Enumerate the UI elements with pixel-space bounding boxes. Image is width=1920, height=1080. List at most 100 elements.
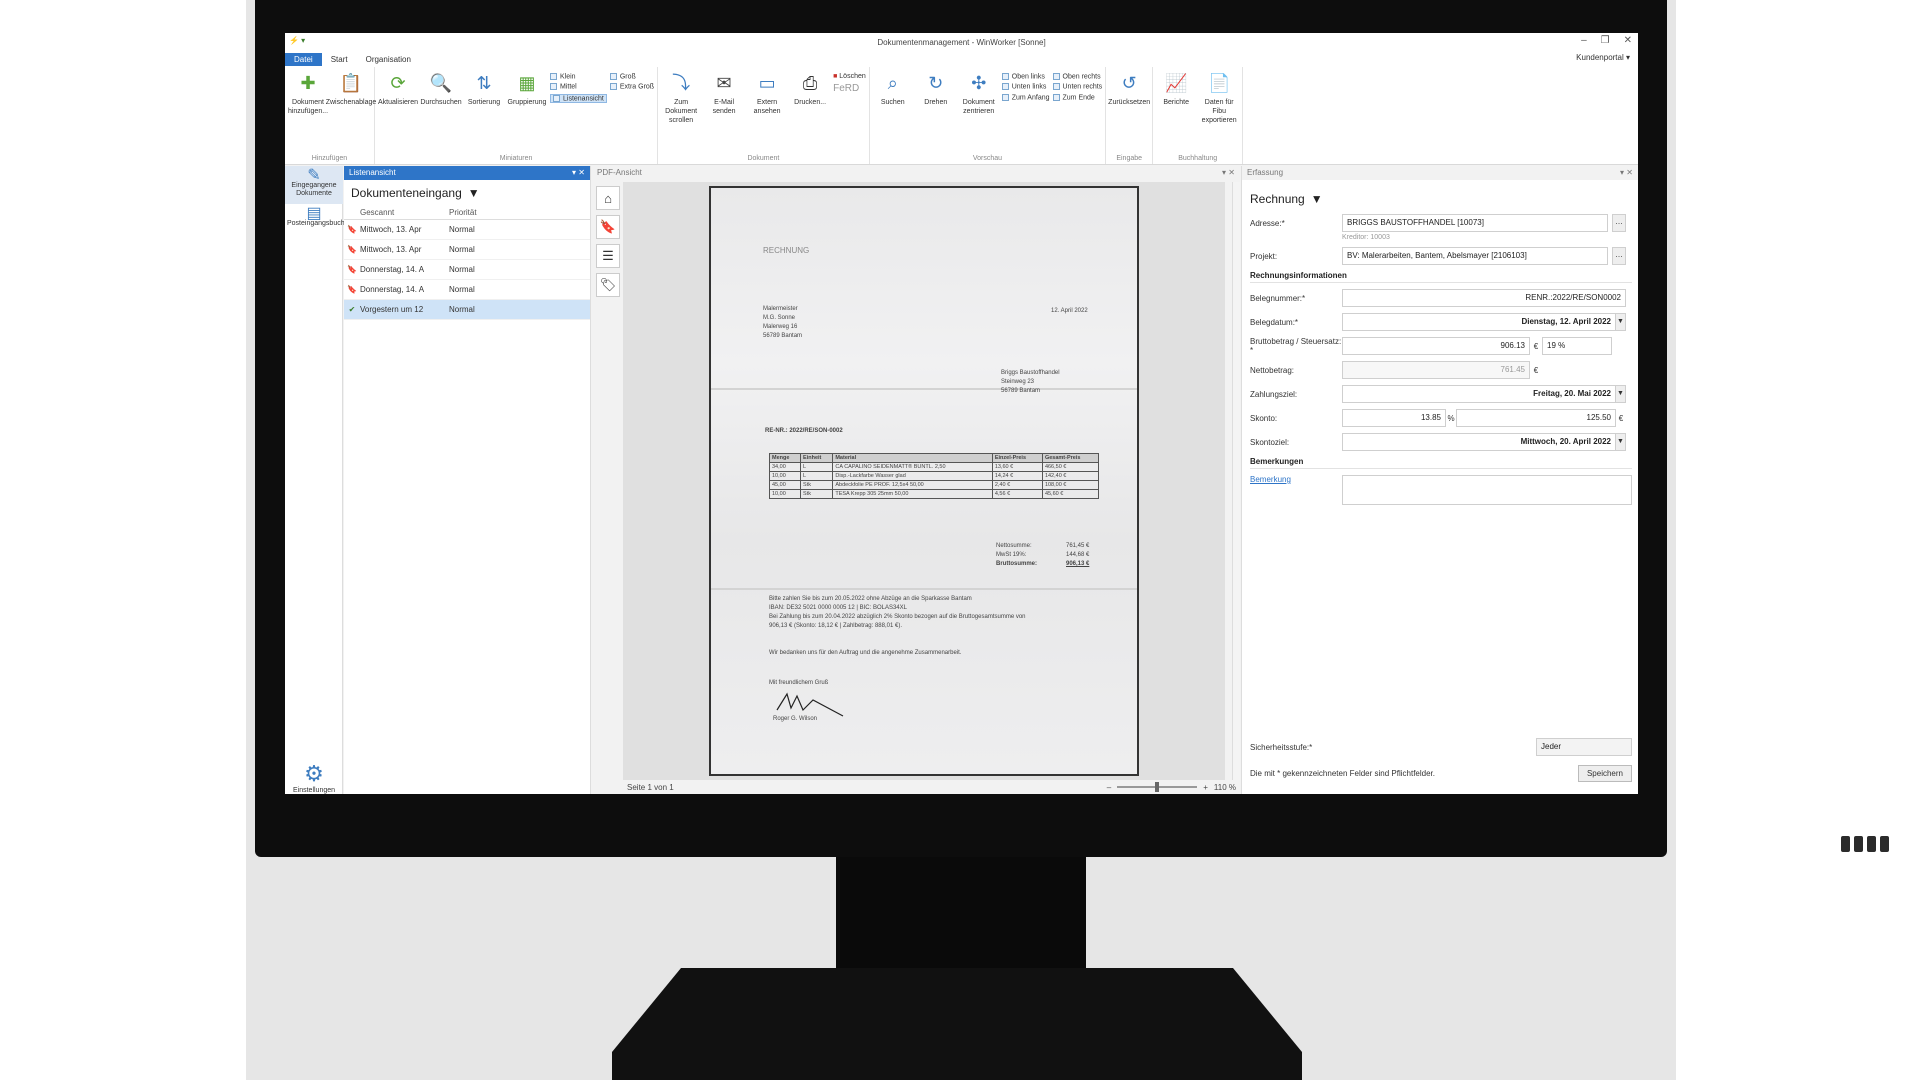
comment-icon[interactable]: ☰ [596, 244, 620, 268]
kundenportal-link[interactable]: Kundenportal ▾ [1576, 53, 1630, 62]
menu-datei[interactable]: Datei [285, 52, 322, 66]
search-icon: ⌕ [887, 72, 898, 93]
top-right-button[interactable]: Oben rechts [1052, 73, 1103, 80]
column-priority[interactable]: Priorität [445, 208, 505, 217]
currency-label: € [1533, 341, 1539, 351]
external-icon: ▭ [758, 72, 776, 93]
pin-icon[interactable]: ▾ ✕ [1222, 168, 1235, 178]
tag-icon[interactable]: 🏷 [596, 273, 620, 297]
remark-link[interactable]: Bemerkung [1250, 475, 1342, 484]
menu-start[interactable]: Start [322, 53, 357, 66]
column-scanned[interactable]: Gescannt [360, 208, 445, 217]
doc-thanks: Wir bedanken uns für den Auftrag und die… [769, 650, 962, 656]
doc-invoice-number: RE-NR.: 2022/RE/SON-0002 [765, 428, 843, 434]
reports-button[interactable]: 📈 Berichte [1156, 71, 1196, 150]
size-listview[interactable]: Listenansicht [550, 93, 607, 104]
size-medium[interactable]: Mittel [550, 83, 607, 91]
monitor-buttons [1841, 836, 1901, 852]
chevron-down-icon: ▼ [467, 186, 480, 200]
size-small[interactable]: Klein [550, 73, 607, 80]
beleg-date-field[interactable]: Dienstag, 12. April 2022 [1342, 313, 1616, 331]
pin-icon[interactable]: ▾ ✕ [1620, 168, 1633, 178]
group-button[interactable]: ▦ Gruppierung [507, 71, 547, 150]
payment-term-field[interactable]: Freitag, 20. Mai 2022 [1342, 385, 1616, 403]
zoom-in-icon[interactable]: + [1203, 783, 1208, 792]
window-controls: – ❐ ✕ [1581, 35, 1632, 46]
pdf-scrollbar[interactable] [1232, 182, 1240, 780]
project-field[interactable]: BV: Malerarbeiten, Bantem, Abelsmayer [2… [1342, 247, 1608, 265]
address-lookup-button[interactable]: … [1612, 214, 1626, 232]
address-field[interactable]: BRIGGS BAUSTOFFHANDEL [10073] [1342, 214, 1608, 232]
quick-access-toolbar[interactable]: ⚡ ▾ [289, 36, 305, 45]
clipboard-button[interactable]: 📋 Zwischenablage [326, 71, 377, 150]
refresh-button[interactable]: ⟳ Aktualisieren [378, 71, 418, 150]
list-item[interactable]: 🔖 Donnerstag, 14. A Normal [344, 260, 590, 280]
discount-amount-field[interactable]: 125.50 [1456, 409, 1616, 427]
maximize-icon[interactable]: ❐ [1601, 35, 1610, 46]
close-icon[interactable]: ✕ [1624, 35, 1632, 46]
delete-button[interactable]: ■ Löschen [833, 73, 866, 80]
document-type-selector[interactable]: Rechnung ▼ [1250, 192, 1632, 206]
size-extra-large[interactable]: Extra Groß [609, 83, 654, 91]
top-left-button[interactable]: Oben links [1001, 73, 1050, 80]
list-item[interactable]: 🔖 Mittwoch, 13. Apr Normal [344, 240, 590, 260]
discount-due-row: Skontoziel: Mittwoch, 20. April 2022 ▼ [1250, 433, 1632, 451]
remark-field[interactable] [1342, 475, 1632, 505]
tax-rate-select[interactable]: 19 % [1542, 337, 1612, 355]
gross-amount-field[interactable]: 906.13 [1342, 337, 1530, 355]
list-item[interactable]: ✔ Vorgestern um 12 Normal [344, 300, 590, 320]
product-photo: ⚡ ▾ Dokumentenmanagement - WinWorker [So… [0, 0, 1920, 1080]
beleg-nr-field[interactable]: RENR.:2022/RE/SON0002 [1342, 289, 1626, 307]
date-picker-icon[interactable]: ▼ [1616, 385, 1626, 403]
browse-button[interactable]: 🔍 Durchsuchen [420, 71, 461, 150]
email-button[interactable]: ✉ E-Mail senden [704, 71, 744, 150]
add-document-button[interactable]: ✚ Dokument hinzufügen... [288, 71, 328, 150]
search-folder-icon: 🔍 [429, 72, 453, 93]
center-button[interactable]: ✣ Dokument zentrieren [959, 71, 999, 150]
nav-incoming-documents[interactable]: ✎ Eingegangene Dokumente [285, 166, 343, 204]
pdf-viewport[interactable]: RECHNUNG Malermeister M.G. Sonne Malerwe… [623, 182, 1225, 780]
nav-posteingangsbuch[interactable]: ▤ Posteingangsbuch [285, 204, 345, 234]
save-button[interactable]: Speichern [1577, 764, 1632, 782]
ferd-button[interactable]: FeRD [833, 83, 866, 94]
bookmark-icon[interactable]: 🔖 [596, 215, 620, 239]
list-view-selector[interactable]: Dokumenteneingang ▼ [344, 180, 590, 206]
print-button[interactable]: ⎙ Drucken... [790, 71, 830, 150]
bottom-left-button[interactable]: Unten links [1001, 83, 1050, 91]
size-large[interactable]: Groß [609, 73, 654, 80]
discount-row: Skonto: 13.85 % 125.50 € [1250, 409, 1632, 427]
minimize-icon[interactable]: – [1581, 35, 1587, 46]
list-item[interactable]: 🔖 Donnerstag, 14. A Normal [344, 280, 590, 300]
list-item[interactable]: 🔖 Mittwoch, 13. Apr Normal [344, 220, 590, 240]
zoom-out-icon[interactable]: – [1107, 783, 1111, 792]
doc-recipient-line: 56789 Bantam [1001, 388, 1041, 394]
project-lookup-button[interactable]: … [1612, 247, 1626, 265]
sort-button[interactable]: ⇅ Sortierung [464, 71, 504, 150]
security-level-select[interactable]: Jeder [1536, 738, 1632, 756]
discount-percent-field[interactable]: 13.85 [1342, 409, 1446, 427]
address-row: Adresse:* BRIGGS BAUSTOFFHANDEL [10073] … [1250, 214, 1632, 232]
pin-icon[interactable]: ▾ ✕ [572, 168, 585, 178]
export-fibu-button[interactable]: 📄 Daten für Fibu exportieren [1199, 71, 1239, 150]
home-icon[interactable]: ⌂ [596, 186, 620, 210]
date-picker-icon[interactable]: ▼ [1616, 313, 1626, 331]
date-picker-icon[interactable]: ▼ [1616, 433, 1626, 451]
settings-button[interactable]: ⚙ Einstellungen [285, 761, 343, 794]
pdf-status-bar: Seite 1 von 1 – + 110 % [623, 780, 1240, 794]
menu-organisation[interactable]: Organisation [357, 53, 420, 66]
bottom-right-button[interactable]: Unten rechts [1052, 83, 1102, 91]
to-end-button[interactable]: Zum Ende [1052, 93, 1103, 101]
search-button[interactable]: ⌕ Suchen [873, 71, 913, 150]
reset-button[interactable]: ↺ Zurücksetzen [1108, 71, 1150, 150]
zoom-slider[interactable] [1117, 782, 1198, 792]
external-view-button[interactable]: ▭ Extern ansehen [747, 71, 787, 150]
rotate-button[interactable]: ↻ Drehen [916, 71, 956, 150]
to-start-button[interactable]: Zum Anfang [1001, 93, 1050, 101]
pdf-pane-header: PDF-Ansicht ▾ ✕ [592, 166, 1240, 180]
doc-greeting: Mit freundlichem Gruß [769, 680, 829, 686]
payment-term-row: Zahlungsziel: Freitag, 20. Mai 2022 ▼ [1250, 385, 1632, 403]
discount-due-field[interactable]: Mittwoch, 20. April 2022 [1342, 433, 1616, 451]
doc-total-label: MwSt 19%: [996, 552, 1027, 558]
group-icon: ▦ [518, 72, 536, 93]
scroll-to-document-button[interactable]: ⤵ Zum Dokument scrollen [661, 71, 701, 150]
